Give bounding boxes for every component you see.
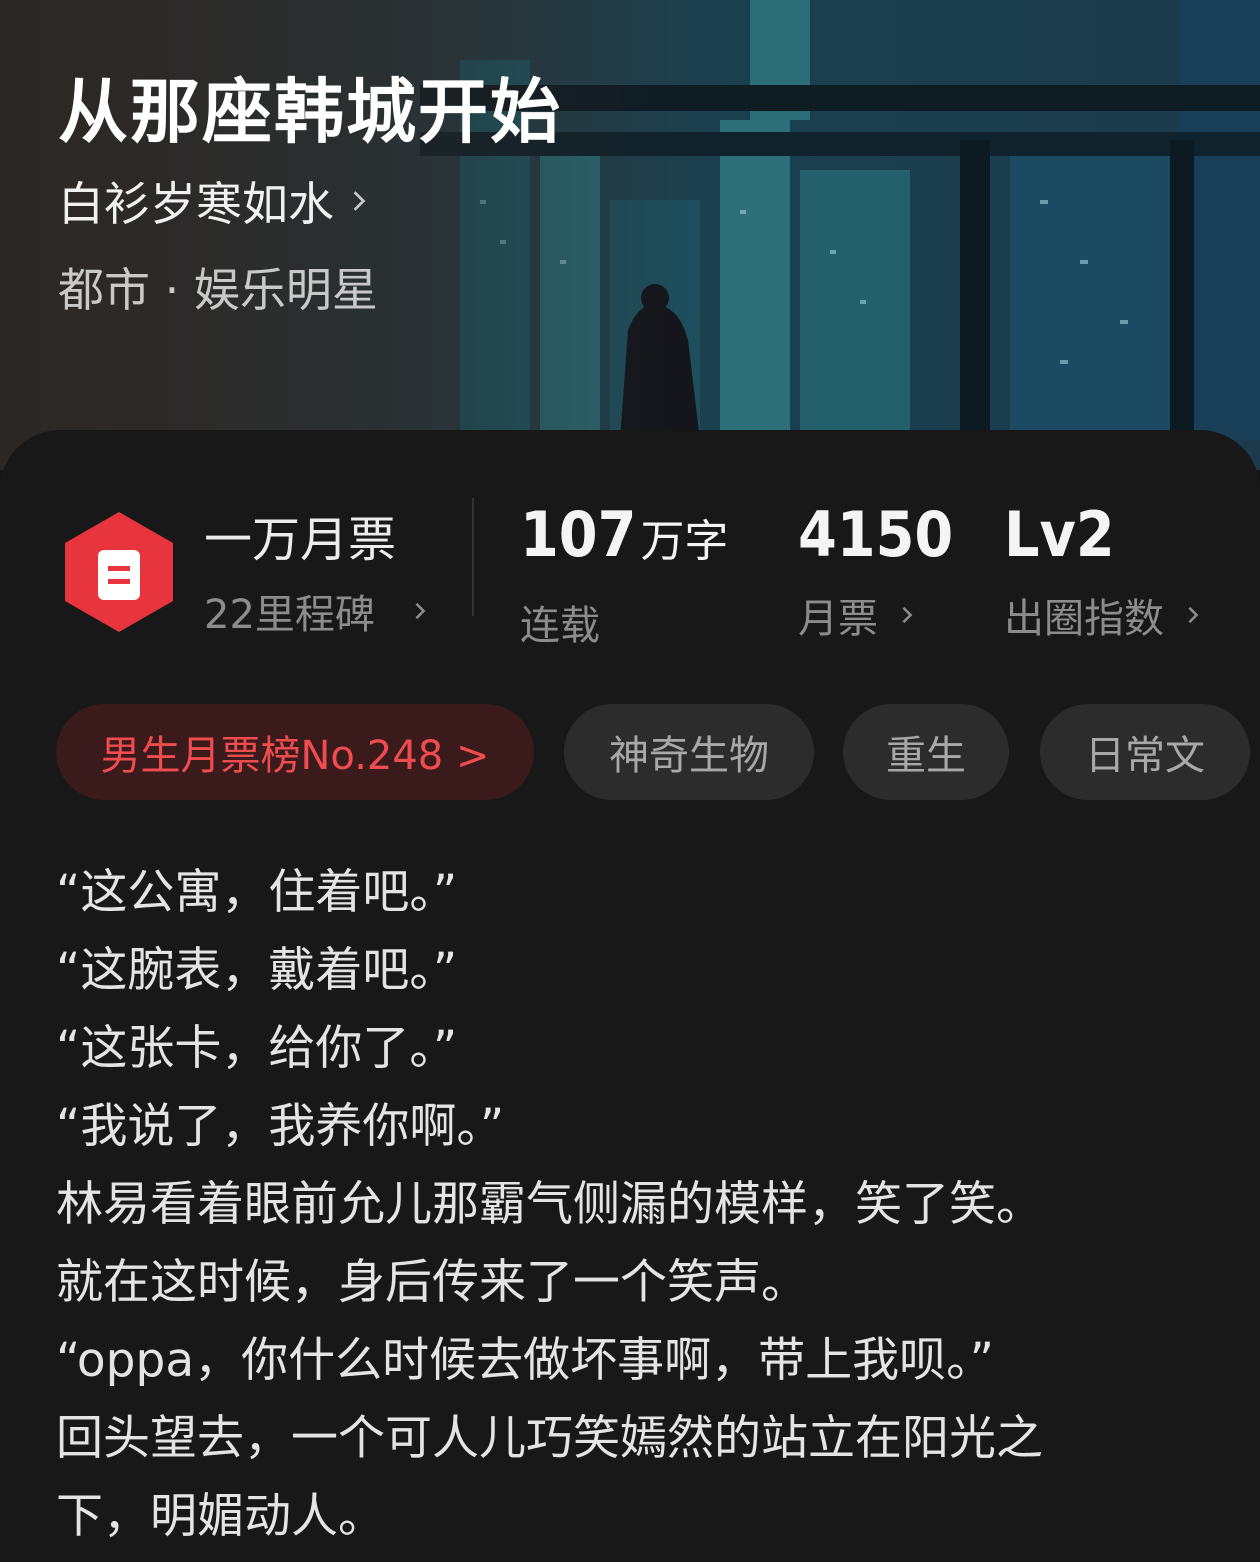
chevron-right-icon — [353, 191, 366, 211]
serial-status: 连载 — [520, 603, 600, 649]
milestone-stat[interactable]: 一万月票 22里程碑 — [204, 512, 429, 640]
influence-level: Lv2 — [1004, 498, 1115, 571]
monthly-ticket-stat[interactable]: 4150 月票 — [798, 500, 953, 644]
synopsis-line: “oppa，你什么时候去做坏事啊，带上我呗。” — [56, 1333, 995, 1388]
milestone-count: 22里程碑 — [204, 592, 375, 638]
synopsis-line: “这腕表，戴着吧。” — [56, 943, 458, 998]
author-link[interactable]: 白衫岁寒如水 — [58, 168, 370, 234]
genre-category: 都市 · 娱乐明星 — [58, 263, 378, 317]
stat-divider — [472, 498, 474, 616]
book-title: 从那座韩城开始 — [58, 70, 562, 153]
chevron-right-icon — [1188, 606, 1199, 624]
tag-rebirth[interactable]: 重生 — [843, 704, 1009, 800]
tag-daily-life[interactable]: 日常文 — [1040, 704, 1250, 800]
chevron-right-icon — [415, 602, 426, 620]
ticket-badge-icon — [60, 510, 178, 634]
influence-label: 出圈指数 — [1004, 596, 1164, 642]
synopsis-line: 下，明媚动人。 — [56, 1489, 385, 1544]
ranking-tag[interactable]: 男生月票榜No.248 > — [56, 704, 534, 800]
word-count-stat: 107 万字 连载 — [520, 500, 728, 651]
synopsis-line: 林易看着眼前允儿那霸气侧漏的模样，笑了笑。 — [56, 1177, 1043, 1232]
synopsis: “这公寓，住着吧。” “这腕表，戴着吧。” “这张卡，给你了。” “我说了，我养… — [56, 854, 1216, 1556]
synopsis-line: “这公寓，住着吧。” — [56, 865, 458, 920]
monthly-ticket-label: 月票 — [798, 596, 878, 642]
monthly-ticket-value: 4150 — [798, 498, 954, 571]
chevron-right-icon — [902, 606, 913, 624]
milestone-title: 一万月票 — [204, 512, 397, 568]
author-name: 白衫岁寒如水 — [58, 177, 334, 231]
influence-stat[interactable]: Lv2 出圈指数 — [1004, 500, 1202, 644]
book-info-card: 一万月票 22里程碑 107 万字 连载 4150 月票 Lv2 出圈指数 男生… — [0, 430, 1260, 1562]
word-count-unit: 万字 — [640, 516, 729, 567]
synopsis-line: “这张卡，给你了。” — [56, 1021, 458, 1076]
cover-banner: 从那座韩城开始 白衫岁寒如水 都市 · 娱乐明星 — [0, 0, 1260, 470]
synopsis-line: 回头望去，一个可人儿巧笑嫣然的站立在阳光之 — [56, 1411, 1043, 1466]
synopsis-line: 就在这时候，身后传来了一个笑声。 — [56, 1255, 808, 1310]
word-count-value: 107 — [520, 498, 637, 571]
synopsis-line: “我说了，我养你啊。” — [56, 1099, 505, 1154]
tag-magical-creature[interactable]: 神奇生物 — [564, 704, 814, 800]
